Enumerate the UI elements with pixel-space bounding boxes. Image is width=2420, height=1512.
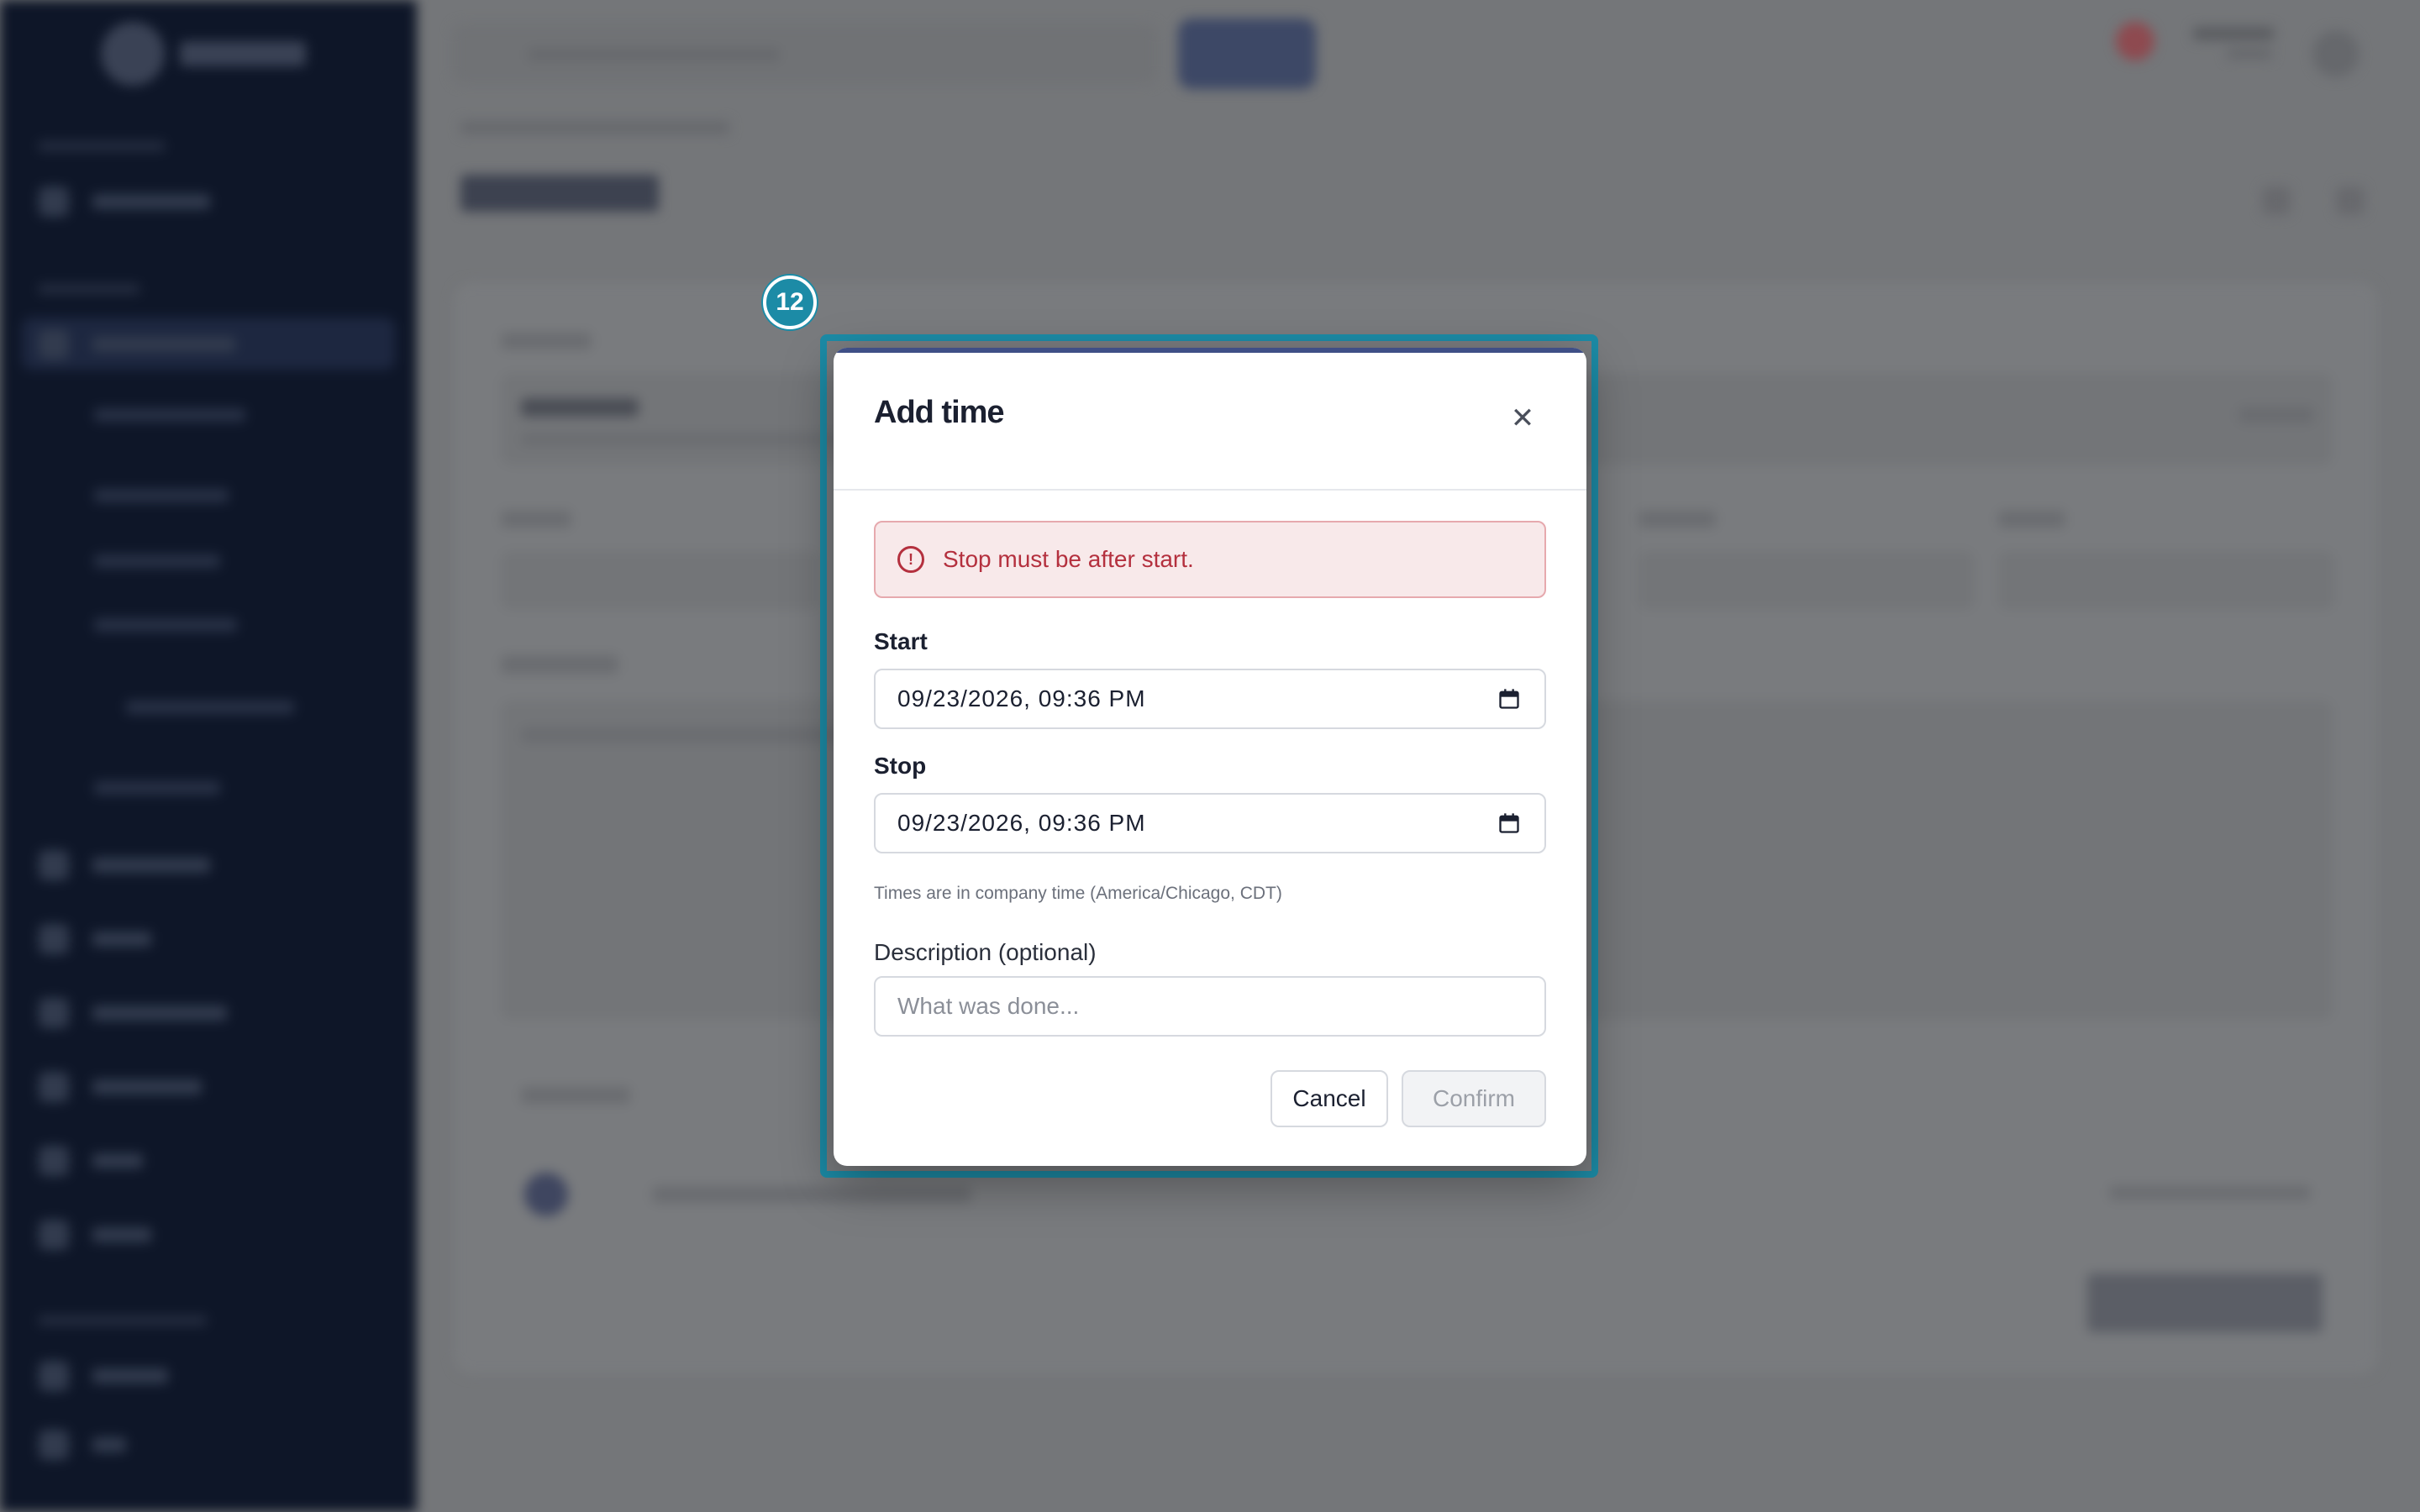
page-title <box>460 175 659 212</box>
notification-indicator[interactable] <box>2116 22 2154 60</box>
page-action-icon[interactable] <box>2336 186 2365 215</box>
sidebar-item[interactable] <box>39 850 210 880</box>
app-logo <box>101 22 319 86</box>
stop-datetime-input[interactable]: 09/23/2026, 09:36 PM <box>874 793 1546 853</box>
description-input[interactable]: What was done... <box>874 976 1546 1037</box>
sidebar-subitem[interactable] <box>94 781 220 795</box>
stop-label: Stop <box>874 753 927 779</box>
add-time-dialog: Add time ✕ ! Stop must be after start. S… <box>834 348 1586 1166</box>
sidebar-item[interactable] <box>39 1146 143 1176</box>
sidebar-item[interactable] <box>39 1072 202 1102</box>
sidebar-item[interactable] <box>39 329 235 360</box>
user-name <box>2193 27 2274 40</box>
sidebar-subitem[interactable] <box>94 489 229 502</box>
sidebar-subitem[interactable] <box>126 701 294 714</box>
timezone-hint: Times are in company time (America/Chica… <box>874 884 1282 903</box>
confirm-button[interactable]: Confirm <box>1402 1070 1546 1127</box>
annotation-badge: 12 <box>763 276 817 329</box>
error-alert: ! Stop must be after start. <box>874 521 1546 598</box>
breadcrumb <box>460 121 729 134</box>
sidebar-item[interactable] <box>39 924 151 954</box>
sidebar-item[interactable] <box>39 186 210 217</box>
description-label: Description (optional) <box>874 939 1097 965</box>
dialog-title: Add time <box>874 395 1005 430</box>
alert-circle-icon: ! <box>897 546 924 573</box>
dialog-header: Add time ✕ <box>834 353 1586 491</box>
avatar[interactable] <box>2312 30 2360 77</box>
page-action-icon[interactable] <box>2262 186 2291 215</box>
start-value: 09/23/2026, 09:36 PM <box>897 685 1146 711</box>
sidebar-item[interactable] <box>39 998 227 1028</box>
stop-value: 09/23/2026, 09:36 PM <box>897 810 1146 836</box>
sidebar-subitem[interactable] <box>94 408 245 422</box>
topbar-button[interactable] <box>1178 18 1316 89</box>
close-icon[interactable]: ✕ <box>1502 398 1543 438</box>
sidebar <box>0 0 417 1512</box>
sidebar-item[interactable] <box>39 1430 126 1460</box>
cancel-button[interactable]: Cancel <box>1270 1070 1388 1127</box>
calendar-icon[interactable] <box>1497 811 1521 835</box>
sidebar-item[interactable] <box>39 1220 151 1250</box>
sidebar-subitem[interactable] <box>94 618 237 632</box>
global-search[interactable] <box>452 24 1158 84</box>
error-message: Stop must be after start. <box>943 546 1194 572</box>
start-label: Start <box>874 628 928 654</box>
sidebar-subitem[interactable] <box>94 554 220 568</box>
description-placeholder: What was done... <box>897 993 1080 1019</box>
calendar-icon[interactable] <box>1497 687 1521 711</box>
sidebar-item[interactable] <box>39 1361 168 1391</box>
start-datetime-input[interactable]: 09/23/2026, 09:36 PM <box>874 669 1546 729</box>
